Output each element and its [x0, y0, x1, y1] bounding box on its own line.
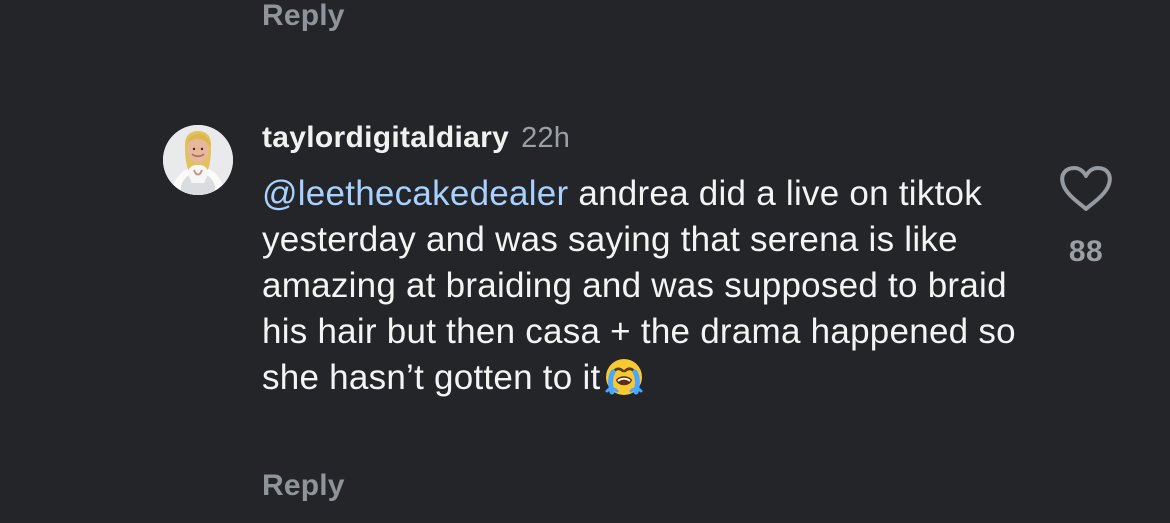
comment-meta: taylordigitaldiary 22h	[262, 121, 570, 161]
loudly-crying-face-icon	[600, 353, 648, 399]
comment-item: taylordigitaldiary 22h @leethecakedealer…	[0, 0, 1170, 523]
like-control	[1058, 164, 1114, 214]
heart-outline-icon[interactable]	[1058, 164, 1114, 214]
reply-button[interactable]: Reply	[262, 466, 345, 506]
like-count: 88	[1068, 235, 1104, 268]
mention-link[interactable]: @leethecakedealer	[262, 174, 568, 213]
avatar[interactable]	[163, 125, 233, 195]
comment-timestamp: 22h	[521, 122, 571, 154]
username-link[interactable]: taylordigitaldiary	[262, 121, 509, 155]
comment-body: @leethecakedealer andrea did a live on t…	[262, 171, 1032, 401]
